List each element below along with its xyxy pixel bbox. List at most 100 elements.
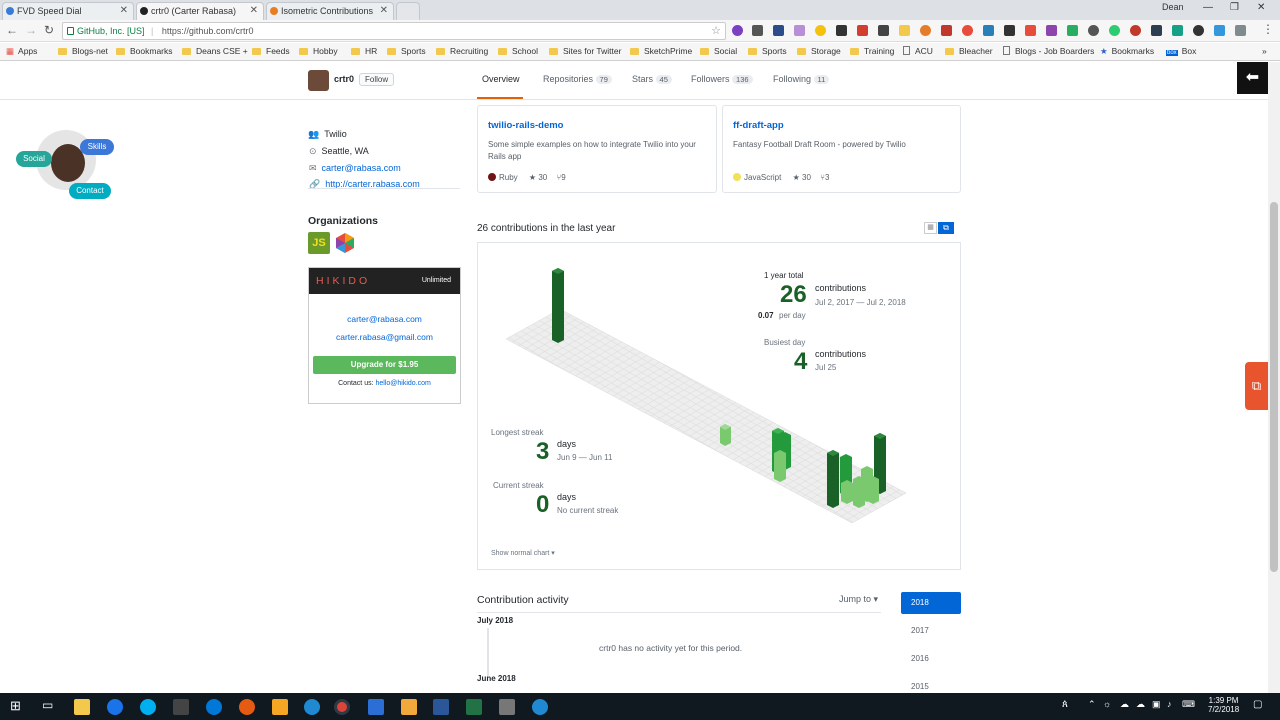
extension-icon[interactable] [794,25,805,36]
extension-icon[interactable] [1025,25,1036,36]
scrollbar-thumb[interactable] [1270,202,1278,572]
bookmark-item[interactable]: Deans CSE + [182,46,248,56]
squares-view-icon[interactable]: ▦ [924,222,937,234]
extension-icon[interactable] [857,25,868,36]
close-icon[interactable]: ✕ [250,3,258,19]
fork-count[interactable]: 9 [561,173,565,182]
bookmark-item[interactable]: Bookmarks [116,46,173,56]
task-view-icon[interactable]: ▭ [42,698,53,712]
close-icon[interactable]: ✕ [380,3,388,19]
app-icon[interactable] [401,699,417,715]
bookmark-item[interactable]: Storage [797,46,841,56]
bookmark-item[interactable]: School [498,46,538,56]
extension-icon[interactable] [1130,25,1141,36]
bookmark-item[interactable]: ACU [903,46,933,56]
extension-icon[interactable] [773,25,784,36]
profile-badge[interactable]: Dean [1162,2,1184,12]
maximize-icon[interactable]: ❐ [1230,2,1239,13]
app-icon[interactable] [107,699,123,715]
bookmark-item[interactable]: Recruiting [436,46,488,56]
extension-icon[interactable] [1088,25,1099,36]
fork-count[interactable]: 3 [825,173,829,182]
reload-icon[interactable]: ↻ [44,23,54,37]
bookmark-item[interactable]: ★ Bookmarks [1100,46,1154,57]
contact-button[interactable]: Contact [69,183,111,199]
follow-button[interactable]: Follow [359,73,395,86]
year-2018-button[interactable]: 2018 [901,592,961,614]
tab-github-profile[interactable]: crtr0 (Carter Rabasa) ✕ [136,2,264,20]
extension-icon[interactable] [836,25,847,36]
email-link[interactable]: carter@rabasa.com [322,163,401,173]
forward-icon[interactable]: → [25,23,37,37]
extension-icon[interactable] [815,25,826,36]
bookmark-item[interactable]: SketchPrime [630,46,692,56]
social-button[interactable]: Social [16,151,52,167]
tray-icon[interactable]: ☼ [1103,699,1111,709]
ie-icon[interactable] [532,699,548,715]
bookmark-item[interactable]: Sports [748,46,787,56]
window-close-icon[interactable]: ✕ [1257,2,1265,13]
bookmark-item[interactable]: Blogs - Job Boarders [1003,46,1094,56]
extension-icon[interactable] [962,25,973,36]
extension-icon[interactable] [1151,25,1162,36]
keyboard-icon[interactable]: ⌨ [1182,699,1195,710]
hikido-email-1[interactable]: carter@rabasa.com [309,314,460,324]
back-arrow-extension-button[interactable]: ⬅ [1237,62,1268,94]
app-icon[interactable] [272,699,288,715]
minimize-icon[interactable]: — [1203,2,1213,13]
extension-icon[interactable] [1193,25,1204,36]
bookmark-star-icon[interactable]: ☆ [711,23,721,39]
extension-icon[interactable] [983,25,994,36]
calendar-icon[interactable] [173,699,189,715]
file-explorer-icon[interactable] [74,699,90,715]
upgrade-button[interactable]: Upgrade for $1.95 [313,356,456,374]
bookmark-item[interactable]: HR [351,46,377,56]
extension-icon[interactable] [920,25,931,36]
volume-icon[interactable]: ♪ [1167,699,1172,709]
profile-username[interactable]: crtr0 [334,74,354,84]
tab-speed-dial[interactable]: FVD Speed Dial ✕ [2,2,134,20]
app-icon[interactable] [499,699,515,715]
app-icon[interactable] [368,699,384,715]
chrome-menu-icon[interactable]: ⋮ [1262,22,1274,36]
page-scrollbar[interactable] [1268,62,1280,693]
extension-icon[interactable] [732,25,743,36]
extension-icon[interactable] [1172,25,1183,36]
tab-repositories[interactable]: Repositories 79 [543,74,612,84]
close-icon[interactable]: ✕ [120,3,128,19]
bookmark-item[interactable]: Blogs-net [58,46,108,56]
tab-followers[interactable]: Followers 136 [691,74,753,84]
tab-following[interactable]: Following 11 [773,74,830,84]
star-count[interactable]: 30 [538,173,547,182]
jump-to-dropdown[interactable]: Jump to ▾ [839,594,878,605]
bookmark-item[interactable]: Bleacher [945,46,993,56]
bookmark-item[interactable]: Feeds [252,46,290,56]
windows-start-icon[interactable]: ⊞ [10,698,21,714]
extension-icon[interactable] [899,25,910,36]
hikido-email-2[interactable]: carter.rabasa@gmail.com [309,332,460,342]
clock[interactable]: 1:39 PM 7/2/2018 [1208,696,1239,714]
edge-icon[interactable] [206,699,222,715]
extension-icon[interactable] [752,25,763,36]
bookmark-item[interactable]: Hobby [299,46,338,56]
extension-icon[interactable] [1046,25,1057,36]
org-js-avatar[interactable]: JS [308,232,330,254]
extension-icon[interactable] [1109,25,1120,36]
tray-overflow-icon[interactable]: ⌃ [1088,699,1096,710]
firefox-icon[interactable] [239,699,255,715]
org-hexagon-avatar[interactable] [334,232,356,254]
excel-icon[interactable] [466,699,482,715]
bookmark-item[interactable]: box Box [1166,46,1196,56]
extension-icon[interactable] [1235,25,1246,36]
chrome-icon[interactable] [334,699,350,715]
extension-icon[interactable] [1004,25,1015,36]
show-normal-chart-link[interactable]: Show normal chart ▾ [491,549,555,557]
bookmark-item[interactable]: Sports [387,46,426,56]
skype-icon[interactable] [140,699,156,715]
tray-icon[interactable]: ☁ [1136,699,1145,710]
extension-icon[interactable] [1067,25,1078,36]
year-2016-link[interactable]: 2016 [911,654,929,663]
year-2015-link[interactable]: 2015 [911,682,929,691]
new-tab-button[interactable] [396,2,420,20]
repo-name-link[interactable]: ff-draft-app [733,120,950,131]
